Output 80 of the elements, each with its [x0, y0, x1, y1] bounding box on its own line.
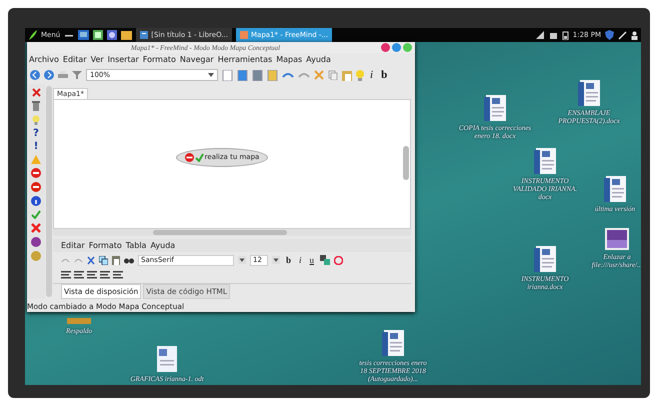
stop-sign-icon	[184, 152, 194, 162]
underline-button[interactable]: u	[308, 256, 316, 264]
horizontal-scrollbar[interactable]	[53, 229, 411, 236]
shield-icon[interactable]	[605, 30, 614, 40]
bullet-list-icon[interactable]	[100, 270, 110, 279]
network-icon[interactable]	[536, 30, 545, 40]
open-icon[interactable]	[237, 70, 248, 80]
paste-icon[interactable]	[112, 256, 120, 264]
italic-button[interactable]: i	[297, 256, 304, 264]
menu-item[interactable]: Navegar	[180, 55, 214, 64]
ball-icon[interactable]	[31, 237, 41, 247]
checkmark-icon	[194, 152, 204, 162]
document-icon	[140, 31, 148, 39]
text-document-icon[interactable]	[156, 346, 178, 372]
printer-icon[interactable]	[58, 70, 68, 80]
app-icon[interactable]	[107, 30, 118, 40]
exclamation-icon[interactable]: !	[34, 142, 38, 151]
bold-button[interactable]: b	[284, 256, 294, 264]
filter-icon[interactable]	[72, 70, 82, 80]
bold-button[interactable]: b	[379, 70, 390, 80]
numbered-list-icon[interactable]	[113, 270, 123, 279]
menu-item[interactable]: Ayuda	[150, 241, 176, 250]
trash-icon[interactable]	[32, 101, 40, 111]
word-document-icon[interactable]	[604, 176, 626, 202]
menu-item[interactable]: Archivo	[29, 55, 59, 64]
menu-item[interactable]: Formato	[142, 55, 176, 64]
cut-icon[interactable]	[87, 256, 95, 264]
undo-icon[interactable]	[282, 71, 294, 79]
copy-icon[interactable]	[99, 256, 108, 264]
scrollbar-thumb[interactable]	[403, 146, 409, 180]
spreadsheet-icon[interactable]	[93, 30, 104, 40]
close-icon[interactable]	[381, 43, 390, 52]
align-right-icon[interactable]	[87, 270, 97, 279]
menu-item[interactable]: Editar	[61, 241, 85, 250]
word-document-icon[interactable]	[534, 246, 556, 272]
dropdown-icon	[208, 73, 214, 77]
clear-format-icon[interactable]	[334, 256, 344, 264]
question-mark-icon[interactable]: ?	[33, 129, 39, 138]
delete-icon[interactable]	[32, 88, 40, 97]
dropdown-icon[interactable]	[272, 256, 280, 264]
dropdown-icon[interactable]	[238, 256, 246, 264]
align-center-icon[interactable]	[74, 270, 84, 279]
back-icon[interactable]	[30, 70, 40, 80]
scrollbar[interactable]	[46, 86, 52, 297]
menu-item[interactable]: Formato	[88, 241, 122, 250]
cross-icon[interactable]	[31, 223, 41, 233]
align-left-icon[interactable]	[61, 270, 71, 279]
word-document-icon[interactable]	[382, 330, 404, 356]
lightbulb-icon[interactable]	[32, 115, 40, 125]
menu-item[interactable]: Editar	[62, 55, 87, 64]
menu-item[interactable]: Ver	[90, 55, 104, 64]
lightbulb-icon[interactable]	[356, 70, 364, 80]
italic-button[interactable]: i	[368, 70, 376, 80]
leaf-icon	[28, 29, 38, 41]
image-file-icon[interactable]	[605, 228, 629, 250]
folder-icon[interactable]	[121, 30, 132, 40]
menu-item[interactable]: Herramientas	[218, 55, 272, 64]
forward-icon[interactable]	[44, 70, 54, 80]
menu-item[interactable]: Ayuda	[306, 55, 331, 64]
word-document-icon[interactable]	[534, 148, 556, 174]
new-document-icon[interactable]	[222, 70, 233, 80]
word-document-icon[interactable]	[484, 95, 506, 121]
text-color-icon[interactable]	[320, 255, 330, 265]
minimize-icon[interactable]	[392, 43, 401, 52]
menu-item[interactable]: Mapas	[276, 55, 302, 64]
word-document-icon[interactable]	[578, 80, 600, 106]
no-entry-icon[interactable]	[31, 182, 41, 192]
stop-sign-icon[interactable]	[31, 168, 41, 178]
save-as-icon[interactable]	[267, 70, 278, 80]
monitor-icon[interactable]	[78, 30, 90, 40]
scrollbar-thumb[interactable]	[153, 230, 287, 235]
info-icon[interactable]	[31, 196, 41, 206]
battery-icon[interactable]	[562, 30, 569, 40]
save-icon[interactable]	[252, 70, 263, 80]
menu-item[interactable]: Insertar	[108, 55, 139, 64]
menu-item[interactable]: Tabla	[126, 241, 146, 250]
map-icon	[240, 31, 248, 39]
binoculars-icon[interactable]	[124, 256, 134, 264]
user-icon[interactable]	[631, 30, 638, 40]
checkmark-icon[interactable]	[31, 210, 41, 219]
